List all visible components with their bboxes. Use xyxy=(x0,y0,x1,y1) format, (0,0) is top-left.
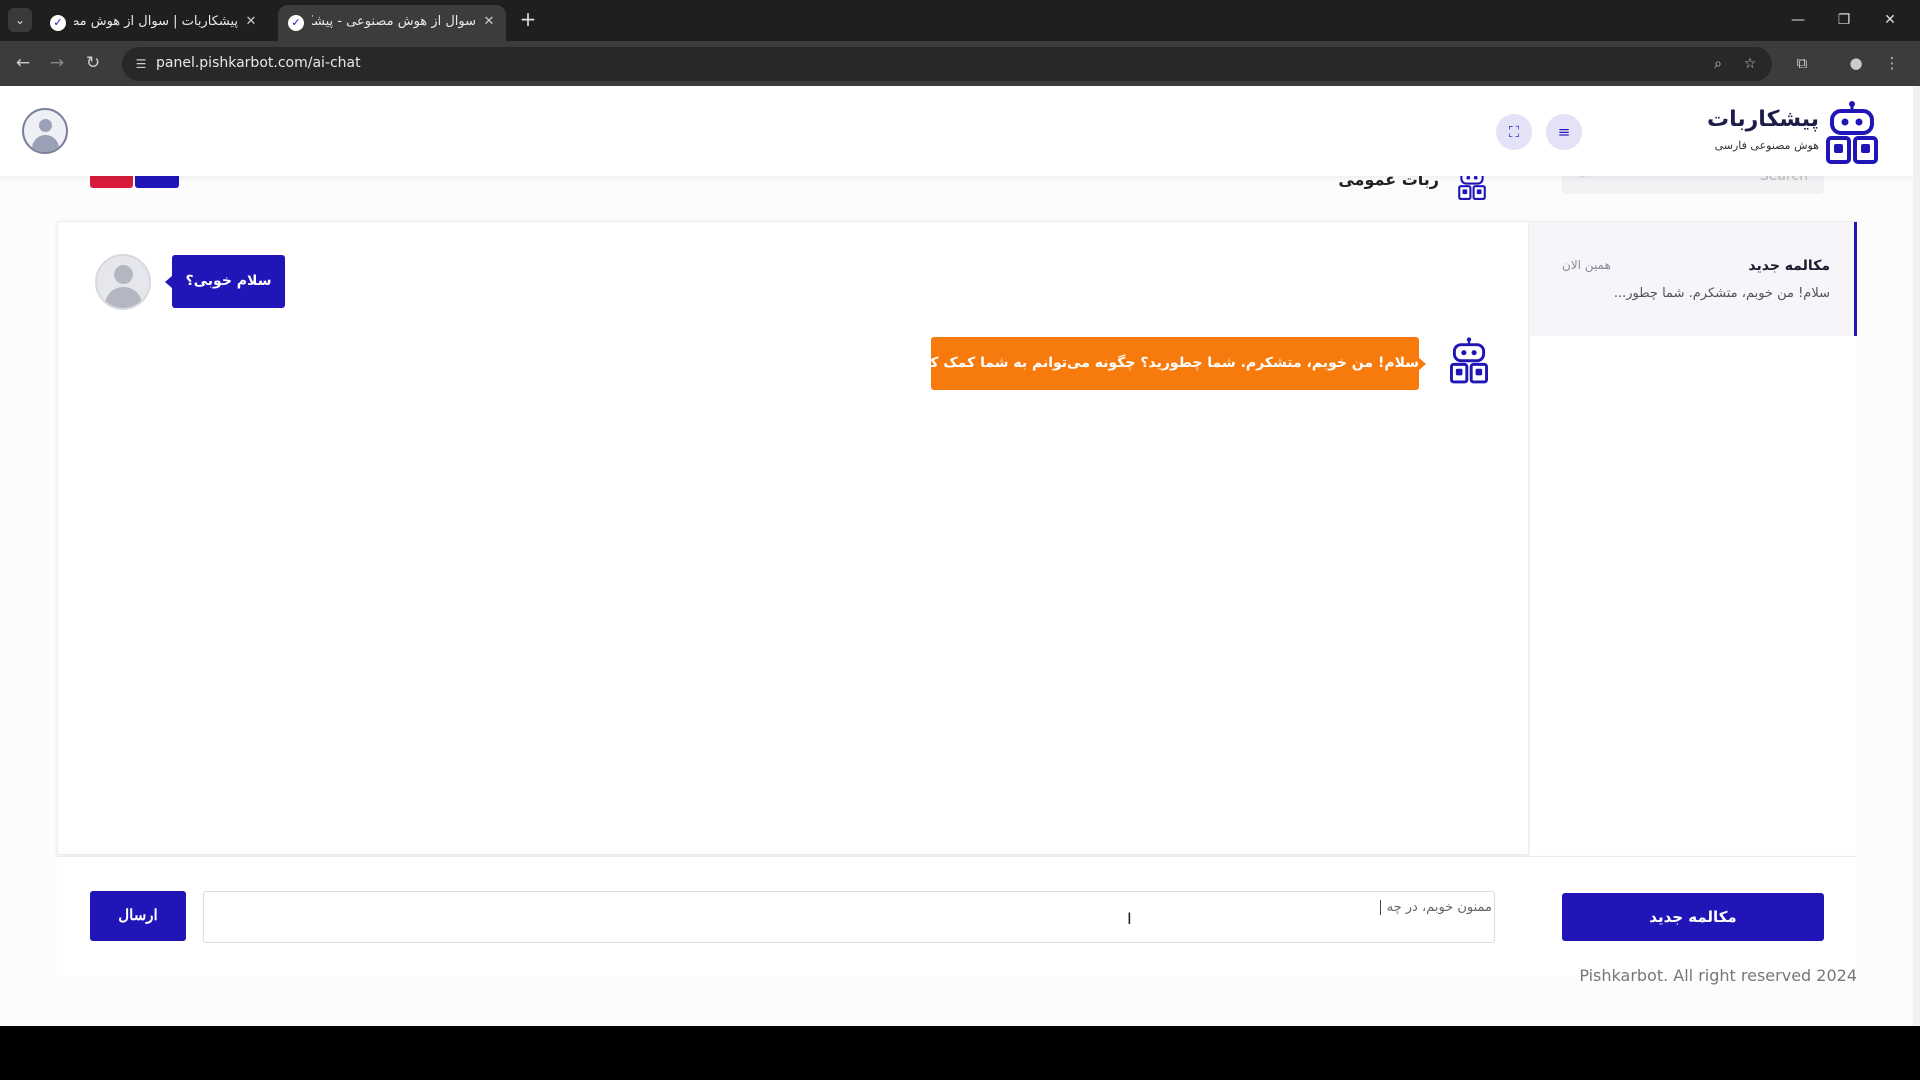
conversations-sidebar: مکالمه جدید همین الان سلام! من خوبم، متش… xyxy=(1530,221,1857,855)
screen: ⌄ ✓ پیشکاربات | سوال از هوش مصنوعی ✕ ✓ س… xyxy=(0,0,1920,1080)
minimize-icon[interactable]: — xyxy=(1778,6,1818,34)
fullscreen-icon[interactable]: ⛶ xyxy=(1496,114,1532,150)
message-input[interactable]: ممنون خوبم، در چه xyxy=(203,891,1495,943)
site-header: ⛶ ≡ پیشکاربات هوش مصنوعی فارسی xyxy=(0,86,1913,176)
forward-arrow-icon[interactable]: → xyxy=(44,50,70,76)
browser-menu-icon[interactable]: ⋮ xyxy=(1880,51,1904,75)
hamburger-menu-icon[interactable]: ≡ xyxy=(1546,114,1582,150)
tab-close-icon[interactable]: ✕ xyxy=(242,13,260,31)
conversation-preview: سلام! من خوبم، متشکرم. شما چطور... xyxy=(1613,286,1830,301)
new-tab-plus-icon[interactable]: + xyxy=(516,8,540,32)
address-url: panel.pishkarbot.com/ai-chat xyxy=(156,55,361,71)
user-avatar[interactable] xyxy=(22,108,68,154)
restore-icon[interactable]: ❐ xyxy=(1824,6,1864,34)
user-message-avatar xyxy=(95,254,151,310)
profile-icon[interactable]: ● xyxy=(1844,51,1868,75)
browser-tab-2[interactable]: ✓ سوال از هوش مصنوعی - پیشکاربات ✕ xyxy=(278,5,506,41)
tab-title: سوال از هوش مصنوعی - پیشکاربات xyxy=(312,14,476,29)
tab-favicon-icon: ✓ xyxy=(50,15,66,31)
screen-bottom-area xyxy=(0,1026,1920,1080)
tab-favicon-icon: ✓ xyxy=(288,15,304,31)
zoom-magnifier-icon[interactable]: ⌕ xyxy=(1708,54,1728,74)
composer-bar: ارسال ممنون خوبم، در چه I مکالمه جدید xyxy=(57,856,1857,976)
text-cursor-icon: I xyxy=(1127,909,1132,928)
brand-subtitle: هوش مصنوعی فارسی xyxy=(1714,139,1819,152)
back-arrow-icon[interactable]: ← xyxy=(10,50,36,76)
conversation-item[interactable]: مکالمه جدید همین الان سلام! من خوبم، متش… xyxy=(1530,222,1857,336)
extensions-puzzle-icon[interactable]: ⧉ xyxy=(1790,51,1814,75)
user-message-bubble: سلام خوبی؟ xyxy=(165,255,285,308)
site-settings-icon[interactable]: ☰ xyxy=(132,55,150,73)
bookmark-star-icon[interactable]: ☆ xyxy=(1740,54,1760,74)
page-scrollbar[interactable] xyxy=(1913,86,1920,1026)
conversation-title: مکالمه جدید xyxy=(1748,258,1830,274)
brand-title: پیشکاربات xyxy=(1707,107,1819,132)
bot-message-avatar-icon xyxy=(1450,335,1488,385)
tab-search-chevron-icon[interactable]: ⌄ xyxy=(8,8,32,32)
browser-tab-1[interactable]: ✓ پیشکاربات | سوال از هوش مصنوعی ✕ xyxy=(40,5,268,41)
reload-icon[interactable]: ↻ xyxy=(80,50,106,76)
message-input-value: ممنون خوبم، در چه xyxy=(1379,900,1492,915)
robot-logo-icon xyxy=(1826,100,1878,164)
new-conversation-button[interactable]: مکالمه جدید xyxy=(1562,893,1824,941)
window-close-icon[interactable]: ✕ xyxy=(1870,6,1910,34)
address-bar[interactable]: ☰ panel.pishkarbot.com/ai-chat ⌕ ☆ xyxy=(122,47,1772,81)
tab-close-icon[interactable]: ✕ xyxy=(480,13,498,31)
page: ⛶ ≡ پیشکاربات هوش مصنوعی فارسی ربات عموم… xyxy=(0,86,1913,1026)
tab-title: پیشکاربات | سوال از هوش مصنوعی xyxy=(74,14,238,29)
chat-messages-panel: سلام خوبی؟ سلام! من خوبم، متشکرم. شما چط… xyxy=(57,221,1529,855)
browser-toolbar: ← → ↻ ☰ panel.pishkarbot.com/ai-chat ⌕ ☆… xyxy=(0,41,1920,86)
conversation-time: همین الان xyxy=(1562,258,1611,272)
bot-message-bubble: سلام! من خوبم، متشکرم. شما چطورید؟ چگونه… xyxy=(906,337,1426,390)
footer-copyright: Pishkarbot. All right reserved 2024 xyxy=(1579,966,1857,985)
send-button[interactable]: ارسال xyxy=(90,891,186,941)
browser-tab-bar: ⌄ ✓ پیشکاربات | سوال از هوش مصنوعی ✕ ✓ س… xyxy=(0,0,1920,41)
